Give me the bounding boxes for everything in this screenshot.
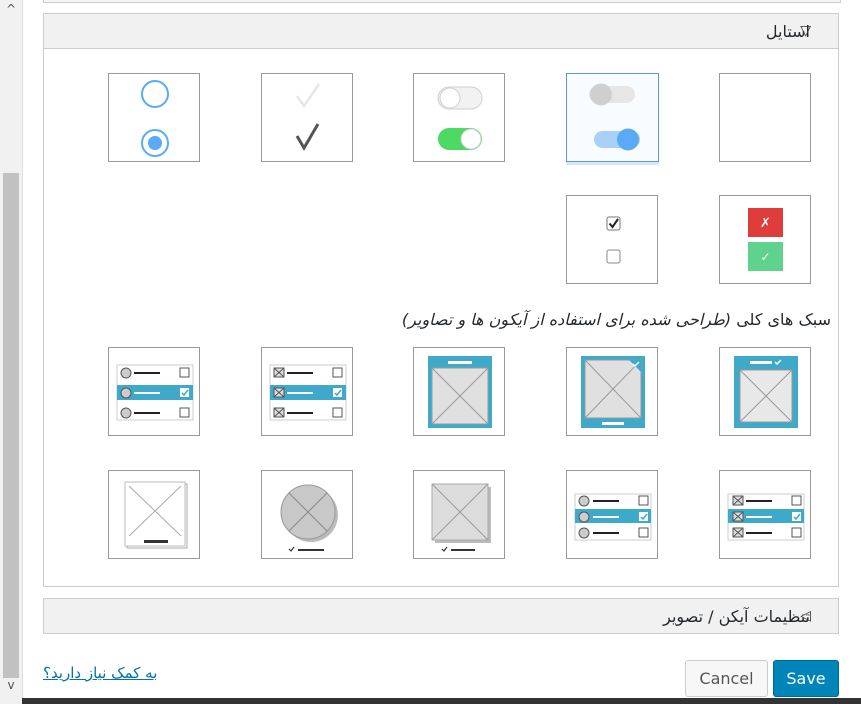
checkmark-icon xyxy=(295,83,321,151)
previous-panel-edge xyxy=(43,0,841,3)
radio-button-icon xyxy=(141,80,169,157)
cancel-button[interactable]: Cancel xyxy=(685,660,768,697)
style-option-toggle-switch-green[interactable] xyxy=(413,73,505,162)
save-button[interactable]: Save xyxy=(773,660,839,697)
style-panel-header[interactable]: استایل ▽ xyxy=(43,13,839,49)
collapse-triangle-icon: ▽ xyxy=(800,23,811,39)
style-option-cross-check[interactable]: ✗ ✓ xyxy=(719,195,811,284)
scroll-up-arrow[interactable]: ^ xyxy=(0,0,22,18)
image-card-icon xyxy=(734,356,798,428)
style-option-list-square-icons-alt[interactable] xyxy=(719,470,811,559)
style-option-list-square-icons[interactable] xyxy=(261,347,353,436)
toggle-switch-green-icon xyxy=(437,86,483,150)
icon-settings-panel-title: تنظیمات آیکن / تصویر xyxy=(663,606,810,626)
toggle-switch-icon xyxy=(589,83,640,151)
image-card-corner-icon xyxy=(581,356,645,428)
icon-settings-panel-header[interactable]: تنظیمات آیکن / تصویر ◁ xyxy=(43,598,839,634)
style-option-toggle-switch-blue[interactable] xyxy=(566,73,659,162)
scrollbar-thumb[interactable] xyxy=(3,173,19,678)
style-option-shadow-image[interactable] xyxy=(413,470,505,559)
general-styles-subtitle: (طراحی شده برای استفاده از آیکون ها و تص… xyxy=(401,310,732,329)
list-square-alt-icon xyxy=(727,493,805,541)
style-option-checkmark[interactable] xyxy=(261,73,353,162)
expand-triangle-icon: ◁ xyxy=(800,608,811,624)
general-styles-title: سبک های کلی (طراحی شده برای استفاده از آ… xyxy=(402,310,831,329)
cross-check-icon: ✗ ✓ xyxy=(748,208,783,271)
style-option-image-card-corner[interactable] xyxy=(566,347,658,436)
framed-image-icon xyxy=(124,481,188,549)
dialog-edge xyxy=(22,0,23,704)
help-link[interactable]: به کمک نیاز دارید؟ xyxy=(43,664,157,682)
general-styles-label: سبک های کلی xyxy=(736,310,831,329)
style-option-image-card-top[interactable] xyxy=(719,347,811,436)
shadow-image-icon xyxy=(431,483,491,552)
svg-text:✗: ✗ xyxy=(760,216,771,231)
style-option-framed-image[interactable] xyxy=(108,470,200,559)
bottom-edge xyxy=(22,698,861,704)
svg-text:✓: ✓ xyxy=(760,250,770,264)
scroll-down-arrow[interactable]: v xyxy=(0,676,22,694)
style-option-list-round-icons[interactable] xyxy=(108,347,200,436)
vertical-scrollbar[interactable]: ^ v xyxy=(0,0,22,704)
style-option-radio[interactable] xyxy=(108,73,200,162)
list-round-alt-icon xyxy=(574,493,652,541)
style-option-checkbox[interactable] xyxy=(566,195,658,284)
list-square-icon xyxy=(269,364,347,421)
style-option-list-round-icons-alt[interactable] xyxy=(566,470,658,559)
image-card-frame-icon xyxy=(428,356,492,428)
style-option-round-image[interactable] xyxy=(261,470,353,559)
style-option-image-card-frame[interactable] xyxy=(413,347,505,436)
list-round-icon xyxy=(116,364,194,421)
style-option-plain[interactable] xyxy=(719,73,811,162)
round-image-icon xyxy=(280,484,338,552)
checkbox-icon xyxy=(606,216,621,264)
